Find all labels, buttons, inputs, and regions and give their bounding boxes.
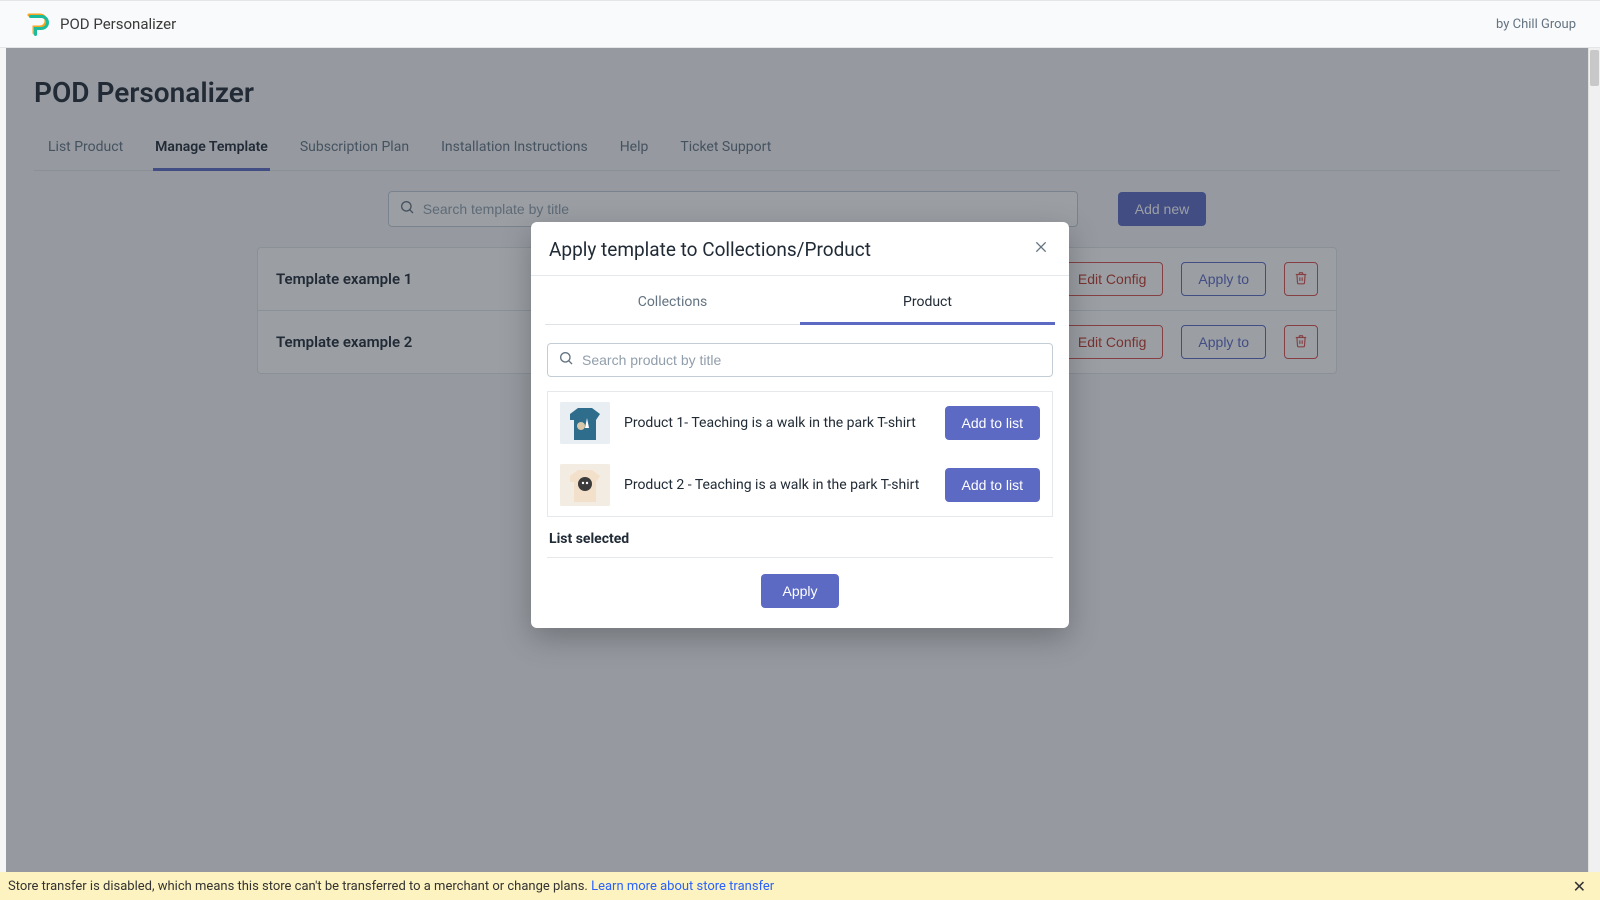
add-to-list-button[interactable]: Add to list: [945, 406, 1040, 440]
modal-footer: Apply: [531, 558, 1069, 628]
modal-tab-product[interactable]: Product: [800, 282, 1055, 325]
product-row: Product 2 - Teaching is a walk in the pa…: [548, 454, 1052, 516]
product-list[interactable]: Product 1- Teaching is a walk in the par…: [547, 391, 1053, 517]
list-selected-heading: List selected: [531, 517, 1069, 547]
modal-tabs: Collections Product: [545, 282, 1055, 325]
app-logo-icon: [24, 11, 50, 37]
product-title: Product 1- Teaching is a walk in the par…: [624, 414, 931, 433]
close-button[interactable]: [1031, 239, 1051, 260]
topbar-left: POD Personalizer: [24, 11, 176, 37]
modal-header: Apply template to Collections/Product: [531, 222, 1069, 276]
banner-text-wrap: Store transfer is disabled, which means …: [8, 879, 774, 894]
search-icon: [558, 350, 582, 370]
close-icon: ✕: [1573, 877, 1586, 896]
banner-close-button[interactable]: ✕: [1567, 877, 1592, 896]
banner-text: Store transfer is disabled, which means …: [8, 879, 591, 894]
modal-search[interactable]: [547, 343, 1053, 377]
banner-link[interactable]: Learn more about store transfer: [591, 879, 774, 894]
scrollbar-thumb[interactable]: [1590, 50, 1599, 86]
store-transfer-banner: Store transfer is disabled, which means …: [0, 872, 1600, 900]
app-name: POD Personalizer: [60, 15, 176, 33]
modal-tab-collections[interactable]: Collections: [545, 282, 800, 324]
apply-template-modal: Apply template to Collections/Product Co…: [531, 222, 1069, 628]
app-topbar: POD Personalizer by Chill Group: [0, 0, 1600, 48]
apply-button[interactable]: Apply: [761, 574, 838, 608]
product-title: Product 2 - Teaching is a walk in the pa…: [624, 476, 931, 495]
page-scrollbar[interactable]: [1588, 48, 1600, 872]
product-thumbnail: [560, 402, 610, 444]
add-to-list-button[interactable]: Add to list: [945, 468, 1040, 502]
product-row: Product 1- Teaching is a walk in the par…: [548, 392, 1052, 454]
modal-search-input[interactable]: [582, 352, 1042, 368]
close-icon: [1033, 239, 1049, 260]
byline: by Chill Group: [1496, 17, 1576, 32]
modal-title: Apply template to Collections/Product: [549, 238, 871, 261]
product-thumbnail: [560, 464, 610, 506]
